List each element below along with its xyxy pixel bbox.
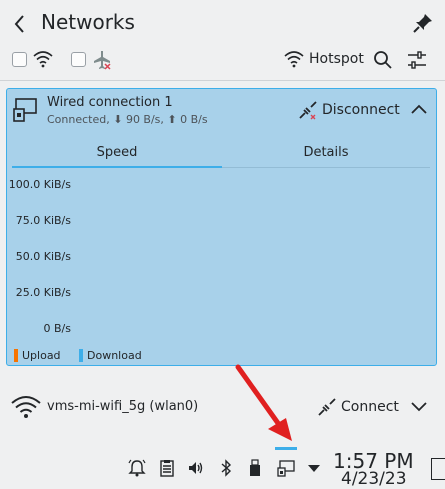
graph-y-label: 0 B/s bbox=[43, 322, 71, 335]
toolbar-divider bbox=[0, 80, 445, 81]
notifications-icon[interactable] bbox=[128, 459, 146, 477]
hotspot-icon[interactable] bbox=[283, 50, 305, 68]
connect-icon bbox=[318, 398, 336, 416]
connect-button[interactable]: Connect bbox=[341, 399, 399, 415]
show-desktop-button[interactable] bbox=[431, 458, 445, 480]
tab-active-indicator bbox=[12, 166, 222, 168]
connection-name: Wired connection 1 bbox=[47, 95, 173, 110]
graph-y-label: 75.0 KiB/s bbox=[15, 214, 71, 227]
chevron-up-icon[interactable] bbox=[409, 102, 429, 116]
disconnect-button[interactable]: Disconnect bbox=[322, 102, 400, 118]
graph-y-label: 100.0 KiB/s bbox=[8, 178, 71, 191]
usb-drive-icon[interactable] bbox=[246, 459, 264, 477]
tab-divider bbox=[222, 167, 430, 168]
pin-icon[interactable] bbox=[412, 12, 434, 34]
wifi-enable-checkbox[interactable] bbox=[12, 52, 27, 67]
connection-status: Connected, ⬇ 90 B/s, ⬆ 0 B/s bbox=[47, 113, 208, 126]
upload-legend-swatch bbox=[14, 349, 18, 362]
airplane-mode-checkbox[interactable] bbox=[71, 52, 86, 67]
download-legend-swatch bbox=[79, 349, 83, 362]
upload-legend-label: Upload bbox=[22, 349, 61, 362]
wifi-network-name: vms-mi-wifi_5g (wlan0) bbox=[47, 399, 199, 414]
tab-speed[interactable]: Speed bbox=[12, 145, 222, 160]
airplane-mode-icon bbox=[94, 51, 111, 70]
wired-network-icon bbox=[13, 98, 37, 122]
download-legend-label: Download bbox=[87, 349, 142, 362]
disconnect-icon bbox=[299, 101, 317, 120]
volume-icon[interactable] bbox=[187, 459, 205, 477]
expand-arrow-icon[interactable] bbox=[307, 463, 321, 473]
clock-date[interactable]: 4/23/23 bbox=[341, 469, 407, 489]
clipboard-icon[interactable] bbox=[158, 459, 176, 477]
search-icon[interactable] bbox=[373, 50, 393, 70]
wifi-signal-icon bbox=[11, 396, 41, 418]
network-icon[interactable] bbox=[277, 459, 295, 477]
network-active-indicator bbox=[275, 447, 297, 450]
tab-details[interactable]: Details bbox=[221, 145, 431, 160]
page-title: Networks bbox=[41, 10, 135, 34]
bluetooth-icon[interactable] bbox=[217, 459, 235, 477]
chevron-down-icon[interactable] bbox=[409, 400, 429, 414]
wifi-icon bbox=[33, 51, 53, 68]
hotspot-button[interactable]: Hotspot bbox=[309, 51, 364, 67]
graph-y-label: 50.0 KiB/s bbox=[15, 250, 71, 263]
settings-sliders-icon[interactable] bbox=[406, 49, 428, 71]
back-icon[interactable] bbox=[10, 12, 30, 36]
graph-y-label: 25.0 KiB/s bbox=[15, 286, 71, 299]
